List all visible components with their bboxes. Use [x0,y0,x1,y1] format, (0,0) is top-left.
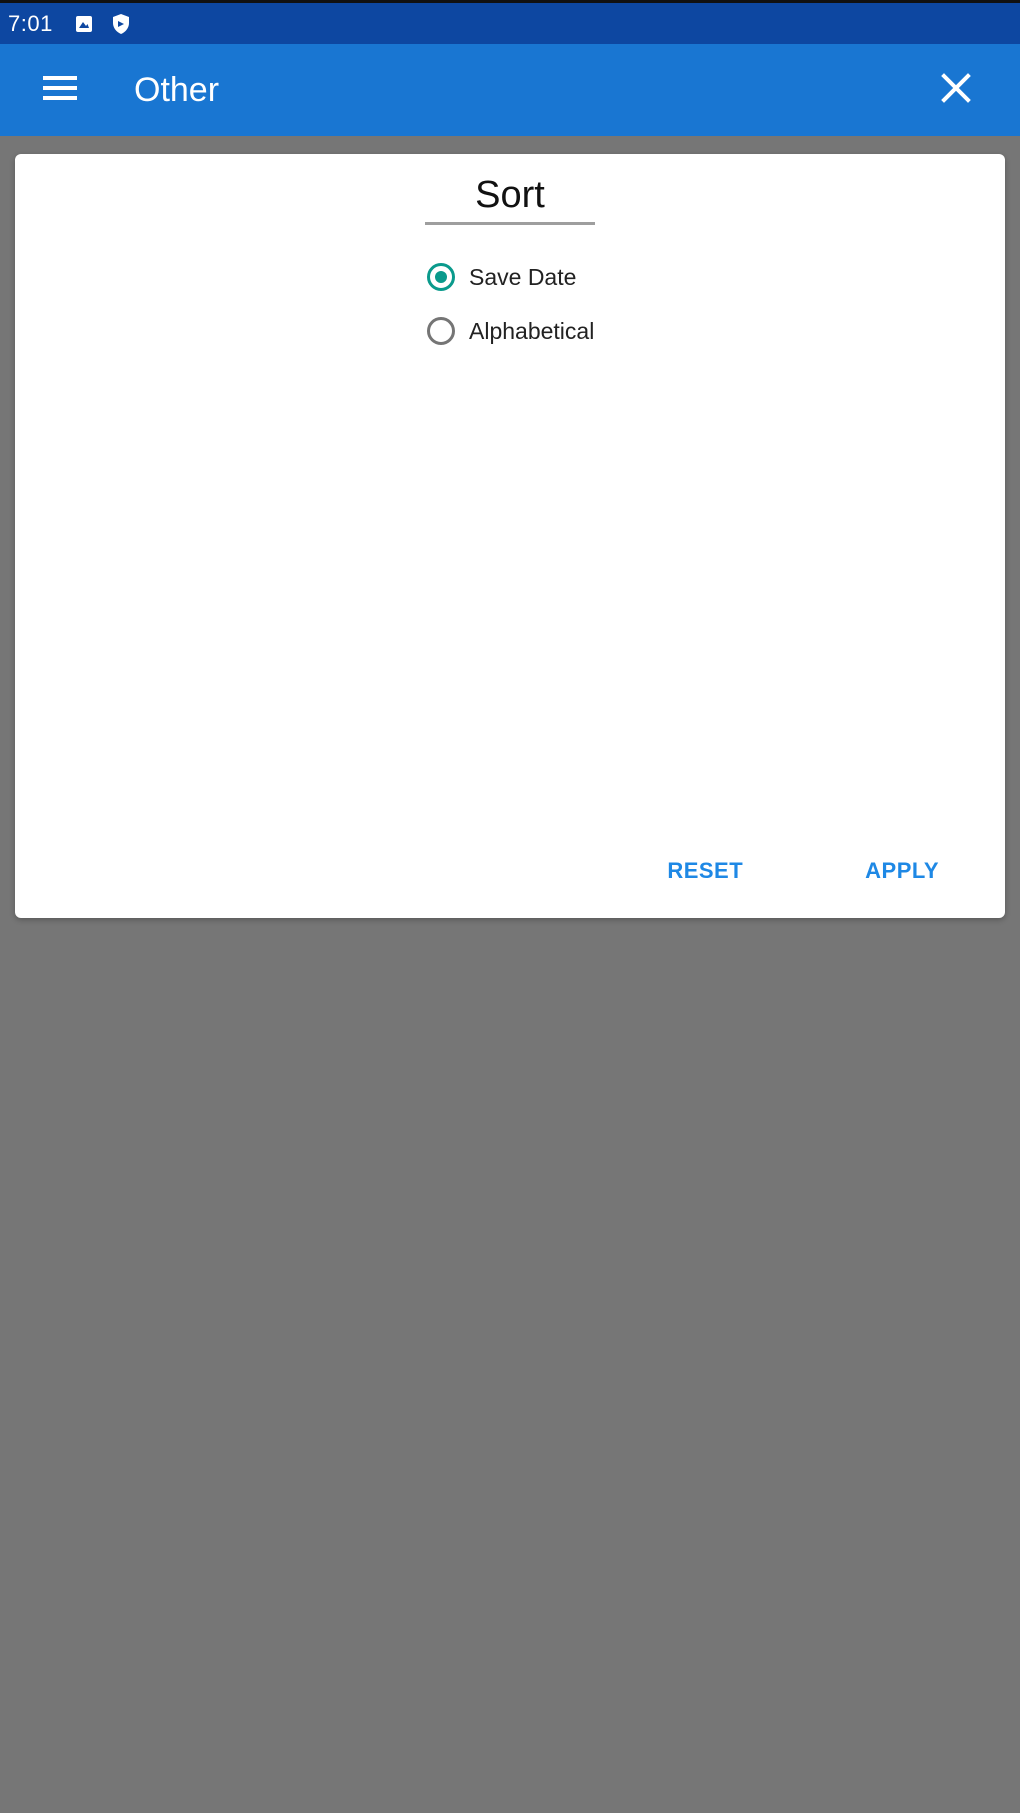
radio-label: Save Date [469,263,577,290]
title-divider [425,222,595,225]
hamburger-menu-icon [43,75,77,106]
radio-option-alphabetical[interactable]: Alphabetical [427,304,594,358]
dialog-actions: RESET APPLY [655,850,1005,892]
sort-radio-group: Save Date Alphabetical [427,250,594,358]
radio-option-save-date[interactable]: Save Date [427,250,594,304]
image-notification-icon [75,15,93,33]
radio-button-checked[interactable] [427,263,455,291]
reset-button[interactable]: RESET [655,850,755,892]
radio-label: Alphabetical [469,317,595,344]
apply-button[interactable]: APPLY [853,850,951,892]
close-icon [941,72,971,108]
menu-button[interactable] [30,60,90,120]
status-time: 7:01 [8,10,53,36]
radio-button-unchecked[interactable] [427,317,455,345]
dialog-title: Sort [475,174,545,216]
app-bar: Other [0,44,1020,136]
status-bar: 7:01 [0,0,1020,44]
sort-dialog: Sort Save Date Alphabetical RESET APPLY [15,154,1005,918]
page-title: Other [134,70,220,109]
shield-notification-icon [111,13,131,35]
close-button[interactable] [926,60,986,120]
